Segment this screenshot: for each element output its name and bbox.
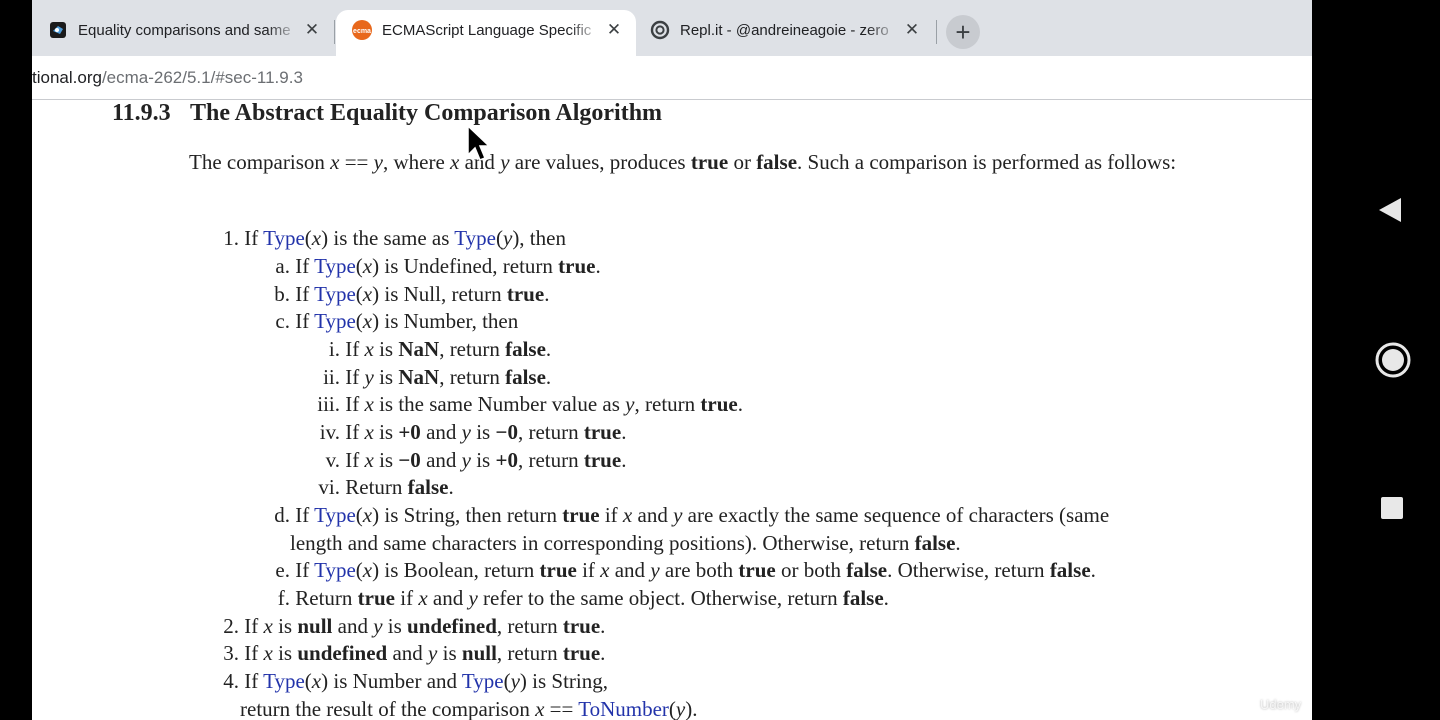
replit-icon [650,20,670,40]
type-link[interactable]: Type [314,503,356,527]
algorithm-step: ii. If y is NaN, return false. [323,365,552,389]
intro-paragraph: The comparison x == y, where x and y are… [189,150,1177,174]
tab-title: ECMAScript Language Specific [382,21,592,39]
algorithm-step: e. If Type(x) is Boolean, return true if… [275,558,1096,582]
url-text: tional.org/ecma-262/5.1/#sec-11.9.3 [32,68,303,88]
section-number: 11.9.3 [112,100,171,126]
section-heading: 11.9.3 The Abstract Equality Comparison A… [112,100,662,127]
algorithm-step-continuation: length and same characters in correspond… [290,531,961,555]
algorithm-step: v. If x is −0 and y is +0, return true. [325,448,627,472]
browser-window: Equality comparisons and same ✕ ecma ECM… [32,0,1312,720]
type-link[interactable]: Type [314,309,356,333]
home-circle-icon[interactable] [1374,341,1412,379]
tab-ecmascript-spec[interactable]: ecma ECMAScript Language Specific ✕ [336,10,636,56]
recents-square-icon[interactable] [1380,496,1404,520]
algorithm-step: iv. If x is +0 and y is −0, return true. [319,420,627,444]
type-link[interactable]: Type [462,669,504,693]
algorithm-step: f. Return true if x and y refer to the s… [277,586,889,610]
algorithm-step: b. If Type(x) is Null, return true. [274,282,550,306]
type-link[interactable]: Type [314,254,356,278]
tonumber-link[interactable]: ToNumber [578,697,669,720]
algorithm-step: a. If Type(x) is Undefined, return true. [275,254,601,278]
mdn-icon [48,20,68,40]
udemy-watermark: Udemy [1260,697,1302,712]
algorithm-step: i. If x is NaN, return false. [328,337,552,361]
algorithm-step: c. If Type(x) is Number, then [275,309,519,333]
new-tab-button[interactable]: + [946,15,980,49]
algorithm-step: 4. If Type(x) is Number and Type(y) is S… [223,669,608,693]
url-host: tional.org [32,67,102,87]
tab-separator [334,20,335,44]
svg-text:ecma: ecma [353,28,371,35]
ecma-icon: ecma [352,20,372,40]
type-link[interactable]: Type [263,669,305,693]
algorithm-step: iii. If x is the same Number value as y,… [317,392,743,416]
tab-strip: Equality comparisons and same ✕ ecma ECM… [32,0,1312,56]
section-title: The Abstract Equality Comparison Algorit… [190,100,663,126]
close-icon[interactable]: ✕ [602,20,626,40]
tab-title: Equality comparisons and same [78,21,291,39]
tab-replit[interactable]: Repl.it - @andreineagoie - zero ✕ [634,10,934,56]
address-bar[interactable]: tional.org/ecma-262/5.1/#sec-11.9.3 [32,56,1312,100]
tab-separator [936,20,937,44]
tab-title: Repl.it - @andreineagoie - zero [680,21,889,39]
type-link[interactable]: Type [314,558,356,582]
url-path: /ecma-262/5.1/#sec-11.9.3 [101,67,303,87]
algorithm-step: vi. Return false. [318,475,454,499]
type-link[interactable]: Type [314,282,356,306]
algorithm-step: d. If Type(x) is String, then return tru… [274,503,1110,527]
mouse-cursor-icon [467,125,491,161]
close-icon[interactable]: ✕ [300,20,324,40]
type-link[interactable]: Type [263,226,305,250]
algorithm-step: 1. If Type(x) is the same as Type(y), th… [223,226,566,250]
type-link[interactable]: Type [454,226,496,250]
close-icon[interactable]: ✕ [900,20,924,40]
back-triangle-icon[interactable] [1376,196,1404,224]
algorithm-step: 2. If x is null and y is undefined, retu… [223,614,606,638]
algorithm-step-continuation: return the result of the comparison x ==… [240,697,698,720]
spec-document: 11.9.3 The Abstract Equality Comparison A… [32,100,1312,720]
tab-equality-comparisons[interactable]: Equality comparisons and same ✕ [32,10,334,56]
algorithm-step: 3. If x is undefined and y is null, retu… [223,641,606,665]
